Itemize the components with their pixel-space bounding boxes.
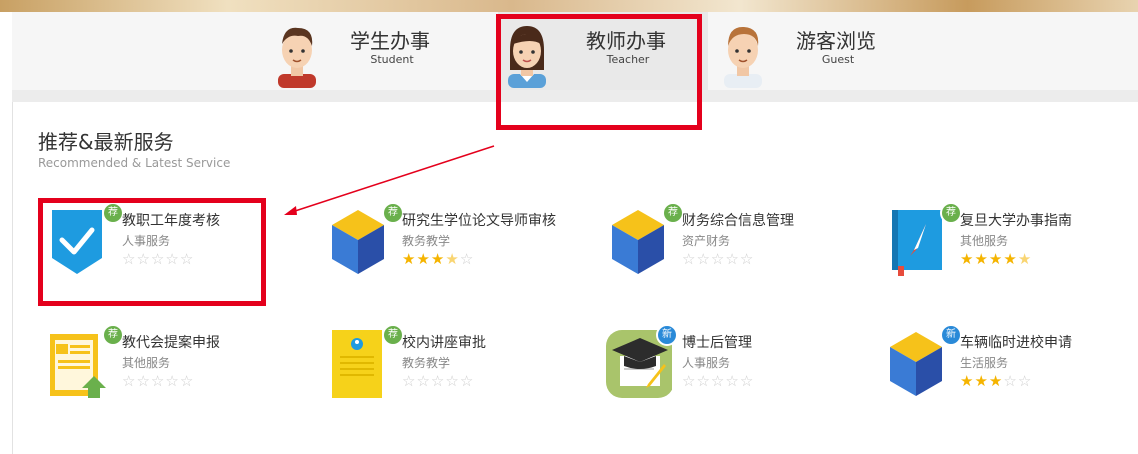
star-icon: ★ (1017, 250, 1033, 268)
service-card[interactable]: 荐 教代会提案申报 其他服务 ☆☆☆☆☆ (50, 324, 310, 410)
star-icon: ☆ (725, 372, 740, 390)
star-icon: ★ (402, 250, 417, 268)
star-icon: ☆ (696, 250, 711, 268)
header-banner-strip (0, 0, 1138, 12)
new-badge: 新 (940, 324, 962, 346)
student-avatar-icon (278, 27, 316, 88)
rating-stars: ★★★★☆ (402, 250, 474, 268)
service-name: 教代会提案申报 (122, 335, 220, 351)
rating-stars: ★★★☆☆ (960, 372, 1032, 390)
rating-stars: ☆☆☆☆☆ (682, 372, 754, 390)
service-category: 资产财务 (682, 234, 731, 248)
section-subtitle: Recommended & Latest Service (38, 156, 231, 170)
service-name: 复旦大学办事指南 (960, 213, 1072, 229)
star-icon: ☆ (150, 372, 166, 390)
star-icon: ★ (1003, 250, 1018, 268)
clipboard-upload-icon (50, 334, 106, 398)
star-icon: ☆ (179, 372, 195, 390)
star-icon: ☆ (122, 372, 137, 390)
service-category: 人事服务 (682, 356, 731, 370)
star-icon: ★ (974, 372, 989, 390)
service-name: 车辆临时进校申请 (960, 335, 1072, 351)
service-name: 财务综合信息管理 (682, 213, 794, 229)
section-title: 推荐&最新服务 (38, 130, 174, 154)
service-category: 其他服务 (960, 234, 1009, 248)
service-highlight-box (38, 198, 266, 306)
star-icon: ★ (974, 250, 989, 268)
cube-icon (890, 332, 942, 396)
tab-student[interactable]: 学生办事 Student (274, 12, 484, 90)
service-category: 其他服务 (122, 356, 171, 370)
star-icon: ☆ (710, 250, 726, 268)
star-icon: ☆ (430, 372, 446, 390)
service-name: 博士后管理 (682, 335, 752, 351)
cube-icon (612, 210, 664, 274)
star-icon: ☆ (445, 372, 460, 390)
guest-avatar-icon (724, 26, 762, 88)
service-card[interactable]: 荐 财务综合信息管理 资产财务 ☆☆☆☆☆ (610, 202, 870, 288)
service-category: 教务教学 (402, 234, 451, 248)
star-icon: ★ (960, 250, 975, 268)
star-icon: ☆ (682, 250, 697, 268)
star-icon: ☆ (725, 250, 740, 268)
star-icon: ★ (960, 372, 975, 390)
tab-title: 学生办事 (350, 29, 430, 53)
recommend-badge: 荐 (382, 324, 404, 346)
star-icon: ☆ (739, 372, 755, 390)
tab-title: 游客浏览 (796, 29, 876, 53)
star-icon: ★ (988, 372, 1004, 390)
star-icon: ☆ (1003, 372, 1018, 390)
star-icon: ★ (430, 250, 446, 268)
compass-book-icon (892, 210, 942, 276)
rating-stars: ★★★★★ (960, 250, 1032, 268)
service-card[interactable]: 新 车辆临时进校申请 生活服务 ★★★☆☆ (888, 324, 1138, 410)
star-icon: ★ (988, 250, 1004, 268)
recommend-badge: 荐 (940, 202, 962, 224)
star-icon: ★ (445, 250, 460, 268)
service-card[interactable]: 荐 研究生学位论文导师审核 教务教学 ★★★★☆ (330, 202, 590, 288)
tab-subtitle: Guest (821, 53, 855, 66)
service-name: 校内讲座审批 (402, 335, 486, 351)
service-category: 教务教学 (402, 356, 451, 370)
content-left-border (12, 102, 13, 454)
star-icon: ☆ (682, 372, 697, 390)
recommend-badge: 荐 (102, 324, 124, 346)
star-icon: ☆ (739, 250, 755, 268)
new-badge: 新 (656, 324, 678, 346)
star-icon: ☆ (165, 372, 180, 390)
service-card[interactable]: 荐 复旦大学办事指南 其他服务 ★★★★★ (888, 202, 1138, 288)
rating-stars: ☆☆☆☆☆ (682, 250, 754, 268)
star-icon: ☆ (459, 250, 475, 268)
service-category: 生活服务 (960, 356, 1009, 370)
star-icon: ★ (416, 250, 431, 268)
star-icon: ☆ (710, 372, 726, 390)
star-icon: ☆ (416, 372, 431, 390)
person-card-icon (332, 330, 382, 398)
annotation-arrow-icon (284, 145, 495, 215)
star-icon: ☆ (459, 372, 475, 390)
star-icon: ☆ (136, 372, 151, 390)
star-icon: ☆ (696, 372, 711, 390)
star-icon: ☆ (402, 372, 417, 390)
star-icon: ☆ (1017, 372, 1033, 390)
rating-stars: ☆☆☆☆☆ (402, 372, 474, 390)
tab-subtitle: Student (370, 53, 414, 66)
service-card[interactable]: 新 博士后管理 人事服务 ☆☆☆☆☆ (600, 324, 860, 410)
tab-guest[interactable]: 游客浏览 Guest (720, 12, 930, 90)
service-card[interactable]: 荐 校内讲座审批 教务教学 ☆☆☆☆☆ (330, 324, 590, 410)
teacher-tab-highlight-box (496, 14, 702, 130)
rating-stars: ☆☆☆☆☆ (122, 372, 194, 390)
recommend-badge: 荐 (662, 202, 684, 224)
